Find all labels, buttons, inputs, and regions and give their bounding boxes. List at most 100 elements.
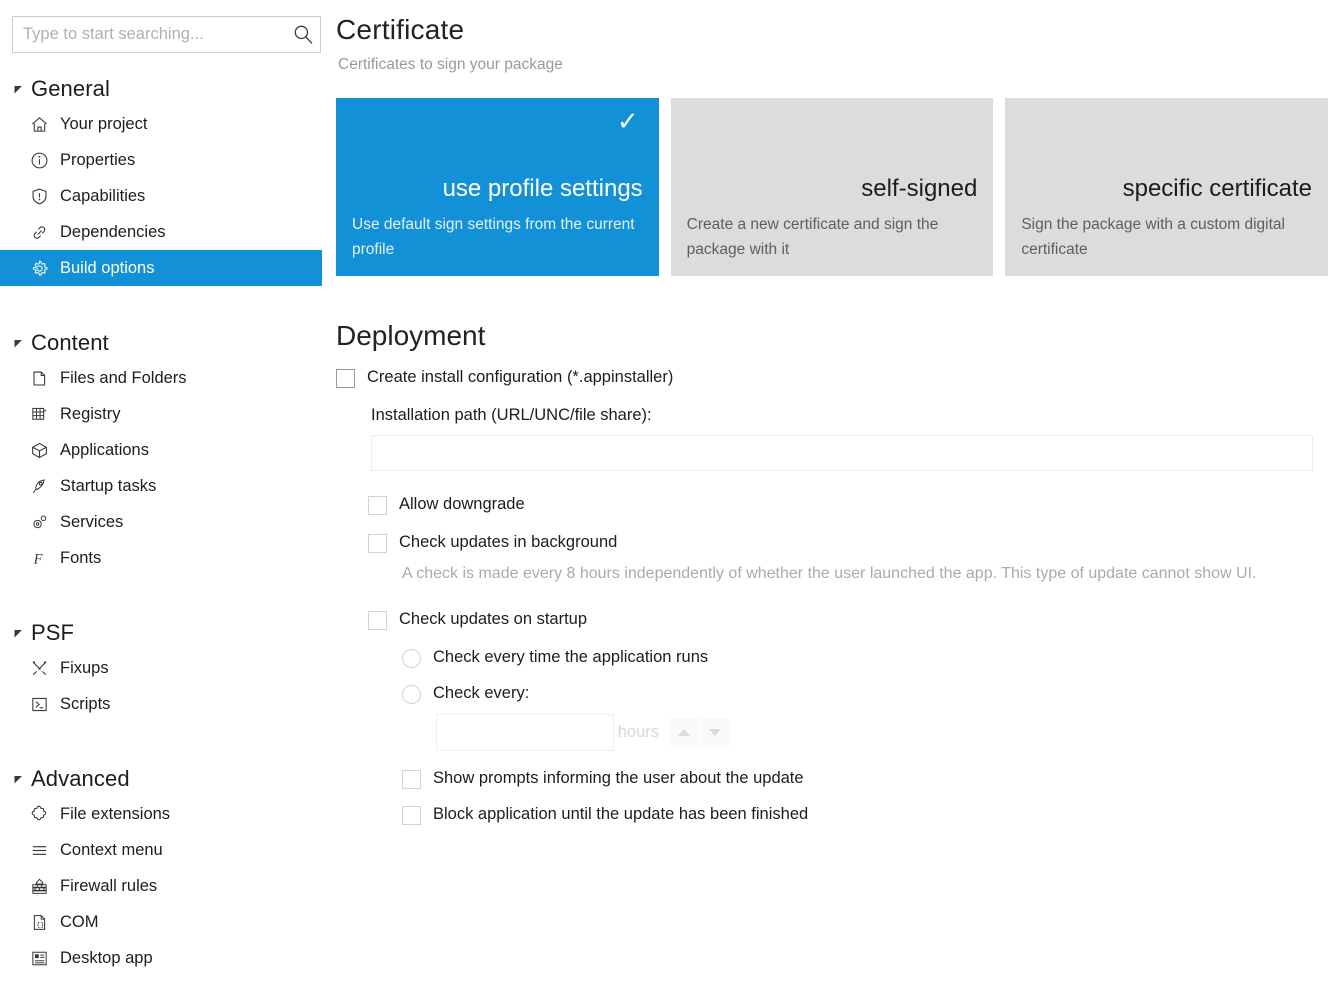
sidebar-item-label: Scripts (56, 695, 110, 714)
puzzle-icon (30, 805, 56, 824)
sidebar-item-label: Capabilities (56, 187, 145, 206)
cogs-icon (30, 513, 56, 532)
firewall-icon (30, 877, 56, 896)
sidebar-item-services[interactable]: Services (0, 504, 322, 540)
radio-every-run-row[interactable]: Check every time the application runs (402, 648, 1336, 668)
sidebar-item-label: Properties (56, 151, 135, 170)
check-updates-startup-row[interactable]: Check updates on startup (368, 610, 1336, 630)
registry-icon (30, 405, 56, 424)
folder-page-icon (30, 369, 56, 388)
sidebar-item-label: Fixups (56, 659, 109, 678)
allow-downgrade-row[interactable]: Allow downgrade (368, 495, 1336, 515)
sidebar-item-label: Your project (56, 115, 147, 134)
block-application-label: Block application until the update has b… (421, 805, 808, 825)
sidebar-item-desktop-app[interactable]: Desktop app (0, 940, 322, 976)
block-application-row[interactable]: Block application until the update has b… (402, 805, 1336, 825)
sidebar-item-applications[interactable]: Applications (0, 432, 322, 468)
group-title: PSF (28, 620, 74, 646)
create-install-config-row[interactable]: Create install configuration (*.appinsta… (336, 368, 1336, 388)
page-subtitle: Certificates to sign your package (338, 56, 563, 74)
spinner-down-icon[interactable] (701, 718, 729, 747)
sidebar-item-dependencies[interactable]: Dependencies (0, 214, 322, 250)
checkmark-icon: ✓ (617, 108, 639, 134)
sidebar-item-label: Applications (56, 441, 149, 460)
block-application-checkbox[interactable] (402, 806, 421, 825)
check-updates-startup-label: Check updates on startup (387, 610, 587, 630)
certificate-tile-use-profile-settings[interactable]: ✓ use profile settings Use default sign … (336, 98, 659, 276)
sidebar-item-files-and-folders[interactable]: Files and Folders (0, 360, 322, 396)
deployment-section: Create install configuration (*.appinsta… (336, 368, 1336, 825)
tile-title: self-signed (861, 176, 977, 202)
hours-stepper[interactable] (436, 714, 614, 751)
sidebar-item-your-project[interactable]: Your project (0, 106, 322, 142)
sidebar-item-scripts[interactable]: Scripts (0, 686, 322, 722)
group-header-content[interactable]: Content (0, 326, 322, 360)
check-updates-background-helper: A check is made every 8 hours independen… (402, 563, 1327, 586)
home-icon (30, 115, 56, 134)
nav-group-general: General Your project Properties Capabili… (0, 72, 322, 286)
radio-check-every[interactable] (402, 685, 421, 704)
nav-group-content: Content Files and Folders Registry Appli… (0, 326, 322, 576)
deployment-section-title: Deployment (336, 320, 485, 352)
sidebar-item-label: Files and Folders (56, 369, 187, 388)
certificate-tile-self-signed[interactable]: self-signed Create a new certificate and… (671, 98, 994, 276)
sidebar-item-fixups[interactable]: Fixups (0, 650, 322, 686)
sidebar-item-context-menu[interactable]: Context menu (0, 832, 322, 868)
search-input[interactable] (13, 17, 286, 52)
gear-icon (30, 259, 56, 278)
radio-check-every-label: Check every: (421, 684, 529, 704)
allow-downgrade-label: Allow downgrade (387, 495, 525, 515)
installation-path-input[interactable] (371, 435, 1313, 471)
code-file-icon: {} (30, 913, 56, 932)
sidebar-item-registry[interactable]: Registry (0, 396, 322, 432)
page-title: Certificate (336, 14, 464, 46)
hamburger-icon (30, 841, 56, 860)
chevron-down-icon[interactable] (8, 338, 28, 349)
sidebar-item-file-extensions[interactable]: File extensions (0, 796, 322, 832)
show-prompts-checkbox[interactable] (402, 770, 421, 789)
chevron-down-icon[interactable] (8, 628, 28, 639)
group-title: Content (28, 330, 109, 356)
sidebar-item-firewall-rules[interactable]: Firewall rules (0, 868, 322, 904)
rocket-icon (30, 477, 56, 496)
create-install-config-checkbox[interactable] (336, 369, 355, 388)
sidebar-item-label: Desktop app (56, 949, 153, 968)
allow-downgrade-checkbox[interactable] (368, 496, 387, 515)
sidebar-item-com[interactable]: {} COM (0, 904, 322, 940)
group-header-psf[interactable]: PSF (0, 616, 322, 650)
check-updates-background-checkbox[interactable] (368, 534, 387, 553)
sidebar-item-label: COM (56, 913, 99, 932)
radio-check-every-row[interactable]: Check every: (402, 684, 1336, 704)
sidebar-item-label: Registry (56, 405, 121, 424)
show-prompts-row[interactable]: Show prompts informing the user about th… (402, 769, 1336, 789)
sidebar-item-properties[interactable]: Properties (0, 142, 322, 178)
sidebar-item-build-options[interactable]: Build options (0, 250, 322, 286)
hours-input[interactable] (437, 715, 667, 750)
certificate-tile-group: ✓ use profile settings Use default sign … (336, 98, 1328, 276)
group-header-general[interactable]: General (0, 72, 322, 106)
nav-group-advanced: Advanced File extensions Context menu Fi… (0, 762, 322, 976)
search-box[interactable] (12, 16, 321, 53)
search-icon[interactable] (286, 17, 320, 52)
tile-description: Use default sign settings from the curre… (352, 213, 643, 262)
link-icon (30, 223, 56, 242)
check-updates-background-row[interactable]: Check updates in background (368, 533, 1336, 553)
sidebar-item-capabilities[interactable]: Capabilities (0, 178, 322, 214)
main-content: Certificate Certificates to sign your pa… (322, 0, 1340, 986)
sidebar-item-label: Build options (56, 259, 154, 278)
group-header-advanced[interactable]: Advanced (0, 762, 322, 796)
tile-title: specific certificate (1123, 176, 1312, 202)
chevron-down-icon[interactable] (8, 84, 28, 95)
radio-every-run[interactable] (402, 649, 421, 668)
spinner-up-icon[interactable] (670, 718, 698, 747)
sidebar-item-label: File extensions (56, 805, 170, 824)
powershell-icon (30, 695, 56, 714)
font-f-icon: F (30, 549, 56, 568)
sidebar-item-startup-tasks[interactable]: Startup tasks (0, 468, 322, 504)
check-updates-startup-checkbox[interactable] (368, 611, 387, 630)
sidebar-item-fonts[interactable]: F Fonts (0, 540, 322, 576)
chevron-down-icon[interactable] (8, 774, 28, 785)
certificate-tile-specific-certificate[interactable]: specific certificate Sign the package wi… (1005, 98, 1328, 276)
sidebar-item-label: Context menu (56, 841, 163, 860)
tools-icon (30, 659, 56, 678)
